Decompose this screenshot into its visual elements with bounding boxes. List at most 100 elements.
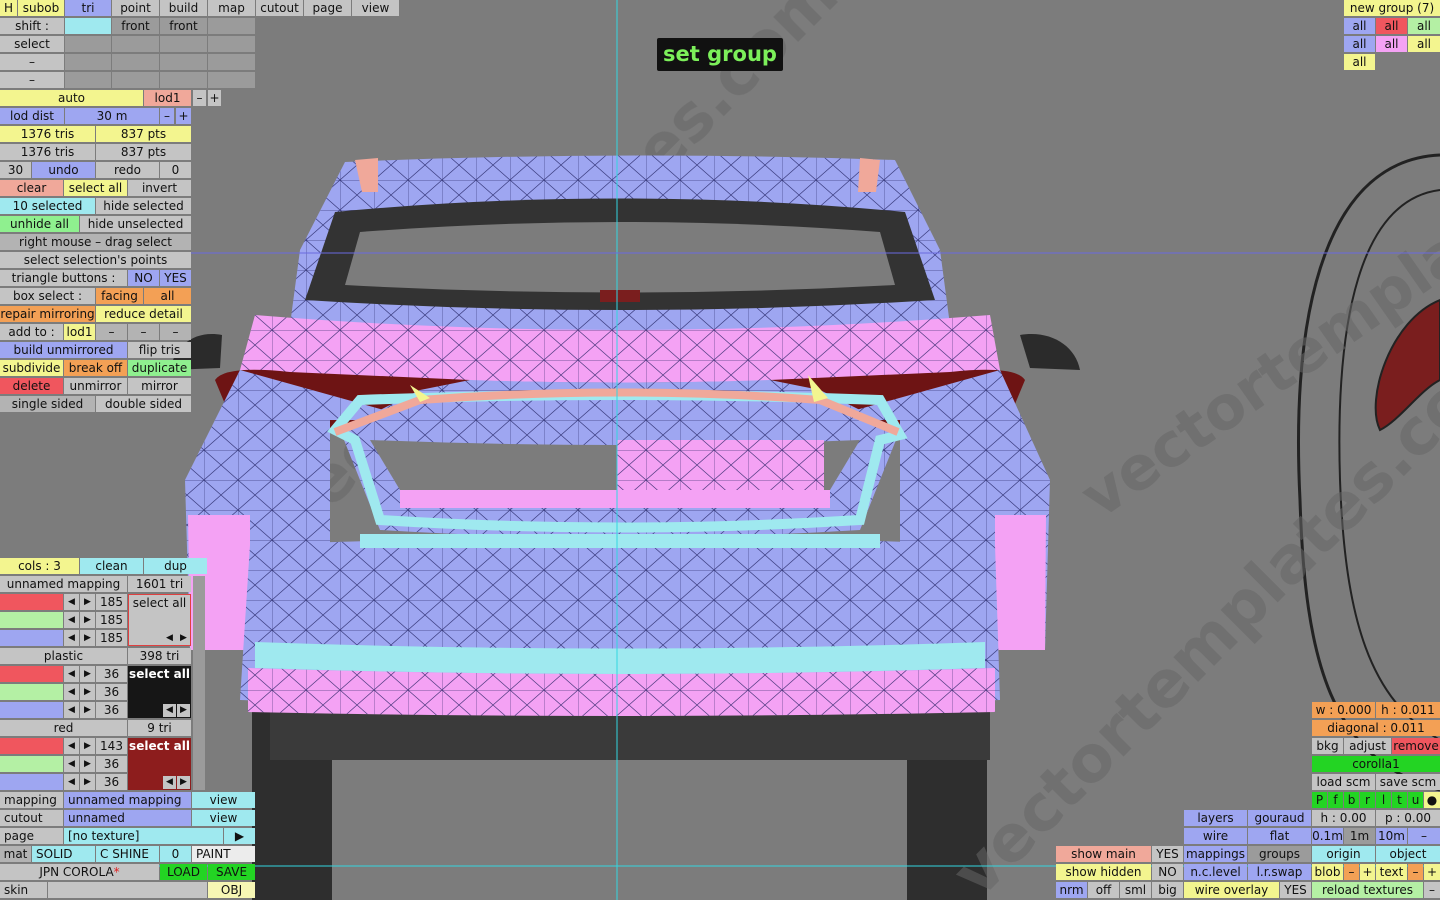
dash-slot-1[interactable] [65,54,111,70]
save-scm-button[interactable]: save scm [1376,774,1440,790]
material-scrollbar[interactable] [193,576,205,790]
dash-slot-5[interactable] [65,72,111,88]
page-arrow-icon[interactable]: ▶ [224,828,255,844]
dist-minus-button[interactable]: – [160,108,174,124]
flip-tris-button[interactable]: flip tris [128,342,191,358]
solid-button[interactable]: SOLID [32,846,95,862]
dot-icon[interactable]: ● [1424,792,1440,808]
redo-button[interactable]: redo [96,162,159,178]
right-arrow-icon[interactable]: ▶ [177,632,190,645]
flat-button[interactable]: flat [1248,828,1311,844]
box-select-all-button[interactable]: all [144,288,191,304]
right-arrow-icon[interactable]: ▶ [80,756,95,772]
adjust-button[interactable]: adjust [1344,738,1391,754]
right-arrow-icon[interactable]: ▶ [80,612,95,628]
view-l-button[interactable]: l [1376,792,1391,808]
view-b-button[interactable]: b [1344,792,1359,808]
left-arrow-icon[interactable]: ◀ [163,704,176,717]
left-arrow-icon[interactable]: ◀ [64,738,79,754]
cutout-view-button[interactable]: view [192,810,255,826]
reduce-detail-button[interactable]: reduce detail [96,306,191,322]
subob-button[interactable]: subob [18,0,64,16]
build-unmirrored-button[interactable]: build unmirrored [0,342,127,358]
dash-slot-7[interactable] [160,72,207,88]
show-hidden-toggle[interactable]: NO [1152,864,1183,880]
left-arrow-icon[interactable]: ◀ [64,666,79,682]
select-slot-1[interactable] [65,36,111,52]
hide-selected-button[interactable]: hide selected [96,198,191,214]
lod1-button[interactable]: lod1 [144,90,191,106]
object-button[interactable]: object [1376,846,1440,862]
right-arrow-icon[interactable]: ▶ [80,774,95,790]
lr-swap-button[interactable]: l.r.swap [1248,864,1311,880]
right-arrow-icon[interactable]: ▶ [80,684,95,700]
blue-channel-slider[interactable] [0,630,63,646]
groups-button[interactable]: groups [1248,846,1311,862]
reload-minus-button[interactable]: – [1424,882,1440,898]
right-arrow-icon[interactable]: ▶ [80,630,95,646]
right-arrow-icon[interactable]: ▶ [80,666,95,682]
page-button[interactable]: page [304,0,351,16]
wire-overlay-toggle[interactable]: YES [1280,882,1311,898]
green-channel-slider[interactable] [0,612,63,628]
dist-plus-button[interactable]: + [176,108,191,124]
add-to-lod1-button[interactable]: lod1 [64,324,95,340]
invert-button[interactable]: invert [128,180,191,196]
load-button[interactable]: LOAD [160,864,207,880]
view-f-button[interactable]: f [1328,792,1343,808]
dash-slot-3[interactable] [160,54,207,70]
lod-minus-button[interactable]: – [193,90,206,106]
red-channel-slider[interactable] [0,738,63,754]
remove-button[interactable]: remove [1392,738,1440,754]
layers-button[interactable]: layers [1184,810,1247,826]
nc-level-button[interactable]: n.c.level [1184,864,1247,880]
h-button[interactable]: H [0,0,17,16]
load-scm-button[interactable]: load scm [1312,774,1375,790]
group-all-button[interactable]: all [1344,54,1375,70]
view-button[interactable]: view [352,0,399,16]
right-arrow-icon[interactable]: ▶ [80,738,95,754]
select-slot-3[interactable] [160,36,207,52]
dup-button[interactable]: dup [144,558,207,574]
right-arrow-icon[interactable]: ▶ [80,594,95,610]
clear-button[interactable]: clear [0,180,63,196]
view-t-button[interactable]: t [1392,792,1407,808]
big-button[interactable]: big [1152,882,1183,898]
clean-button[interactable]: clean [80,558,143,574]
view-p-button[interactable]: P [1312,792,1327,808]
group-all-button[interactable]: all [1408,18,1440,34]
front-button-2[interactable]: front [160,18,207,34]
dash-slot-2[interactable] [112,54,159,70]
file-name[interactable]: JPN COROLA* [0,864,159,880]
group-all-button[interactable]: all [1344,36,1375,52]
left-arrow-icon[interactable]: ◀ [64,756,79,772]
mapping-view-button[interactable]: view [192,792,255,808]
sml-button[interactable]: sml [1120,882,1151,898]
delete-button[interactable]: delete [0,378,63,394]
auto-button[interactable]: auto [0,90,143,106]
group-all-button[interactable]: all [1376,36,1407,52]
front-button-1[interactable]: front [112,18,159,34]
bkg-button[interactable]: bkg [1312,738,1343,754]
green-channel-slider[interactable] [0,756,63,772]
mirror-button[interactable]: mirror [128,378,191,394]
shine-value[interactable]: 0 [160,846,191,862]
lod-plus-button[interactable]: + [208,90,221,106]
text-plus-button[interactable]: + [1424,864,1440,880]
subdivide-button[interactable]: subdivide [0,360,63,376]
left-arrow-icon[interactable]: ◀ [163,776,176,789]
obj-button[interactable]: OBJ [208,882,255,898]
right-arrow-icon[interactable]: ▶ [177,704,190,717]
mappings-button[interactable]: mappings [1184,846,1247,862]
left-arrow-icon[interactable]: ◀ [163,632,176,645]
red-channel-slider[interactable] [0,594,63,610]
cutout-button[interactable]: cutout [256,0,303,16]
right-arrow-icon[interactable]: ▶ [80,702,95,718]
red-channel-slider[interactable] [0,666,63,682]
3d-viewport[interactable]: vectortemplates.com vectortemplates.com … [0,0,1440,900]
mapping-name-field[interactable]: unnamed mapping [64,792,191,808]
blue-channel-slider[interactable] [0,702,63,718]
show-main-toggle[interactable]: YES [1152,846,1183,862]
left-arrow-icon[interactable]: ◀ [64,702,79,718]
wire-button[interactable]: wire [1184,828,1247,844]
